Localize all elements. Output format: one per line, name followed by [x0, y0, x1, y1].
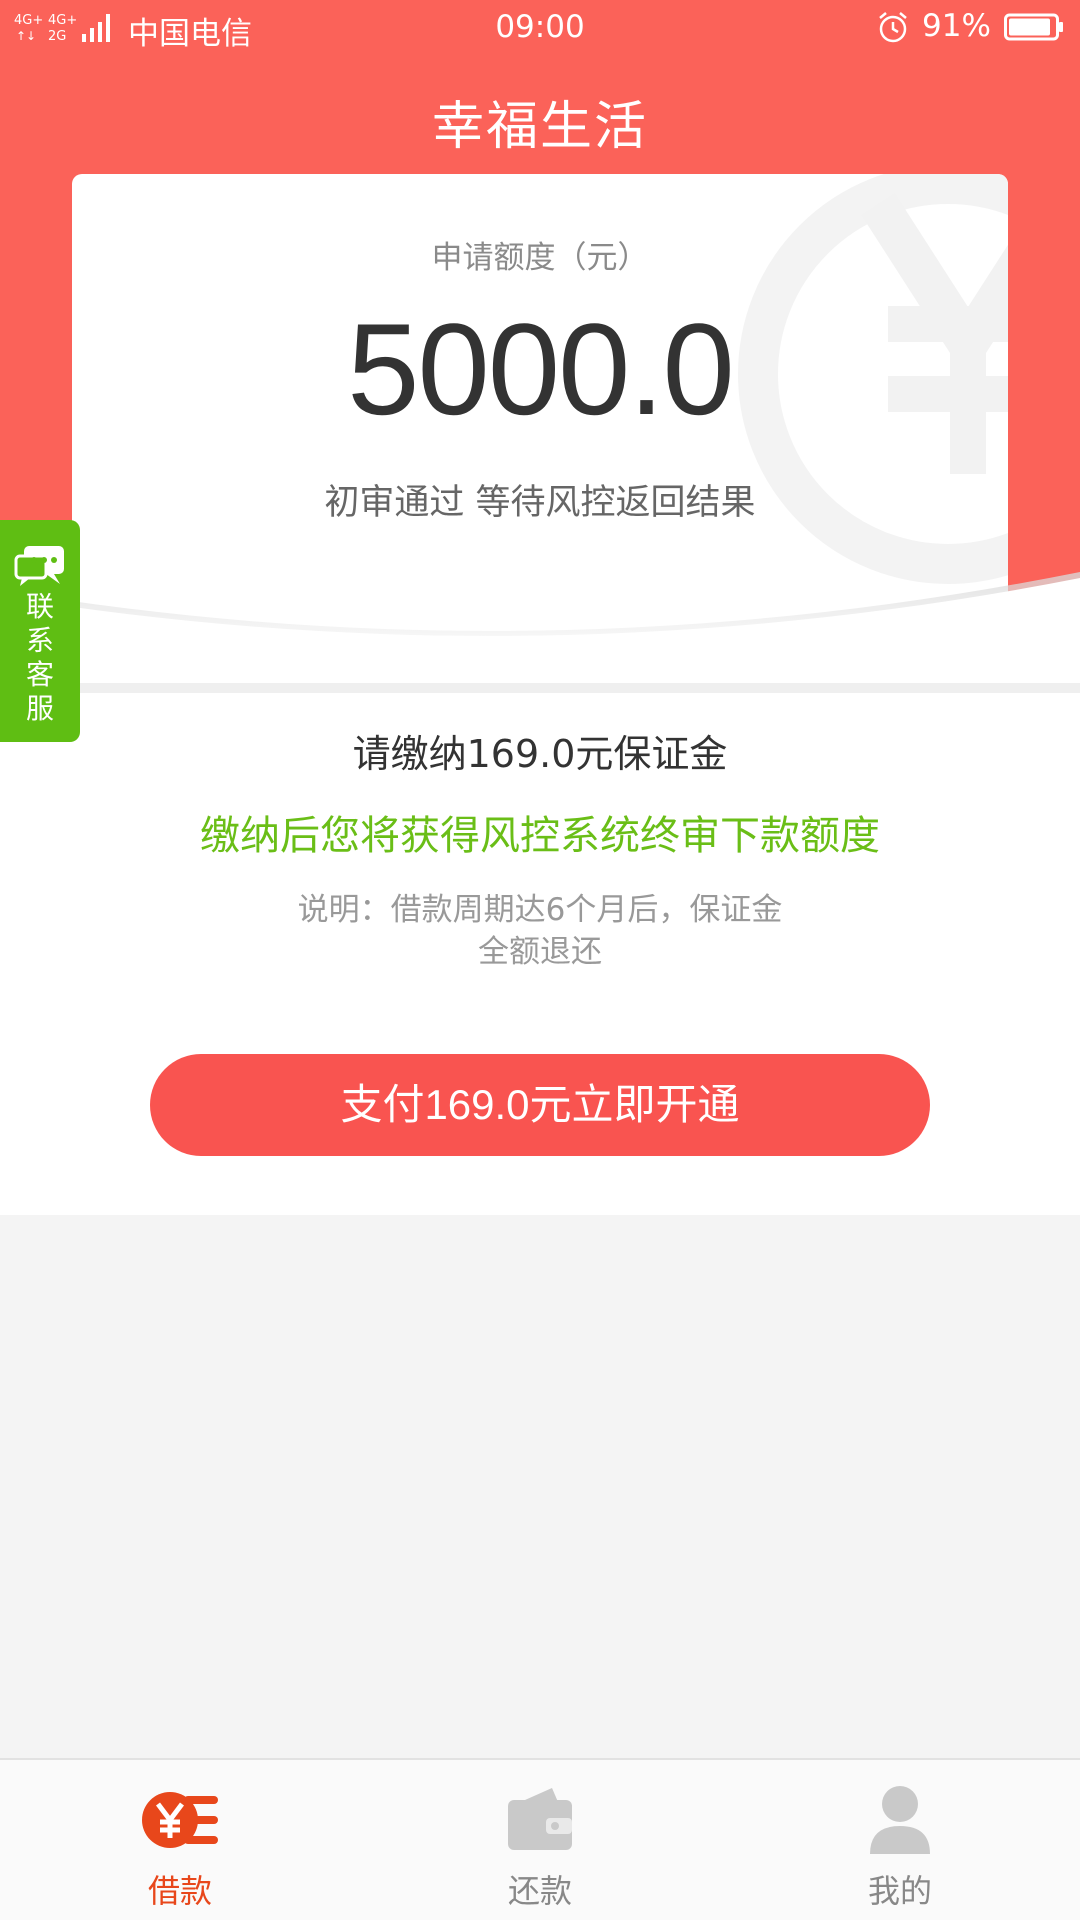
deposit-title: 请缴纳169.0元保证金: [352, 732, 728, 776]
battery-percent: 91%: [922, 8, 991, 44]
alarm-icon: [879, 12, 907, 43]
nav-label-loan: 借款: [147, 1872, 212, 1910]
refund-note: 说明：借款周期达6个月后，保证金 全额退还: [240, 889, 840, 973]
deposit-section: 请缴纳169.0元保证金 缴纳后您将获得风控系统终审下款额度 说明：借款周期达6…: [0, 693, 1080, 1215]
service-char: 服: [25, 692, 54, 725]
service-char: 系: [25, 624, 54, 657]
refund-note-line2: 全额退还: [478, 934, 602, 970]
service-char: 客: [25, 658, 54, 691]
nav-item-mine[interactable]: 我的: [800, 1760, 1000, 1920]
pay-button[interactable]: 支付169.0元立即开通: [150, 1054, 930, 1156]
status-bar: 4G+ ↑↓ 4G+ 2G 中国电信 09:00 91%: [0, 0, 1080, 58]
wallet-icon: [508, 1788, 572, 1850]
nav-label-mine: 我的: [867, 1872, 932, 1910]
customer-service-label: 联 系 客 服: [0, 590, 80, 726]
service-char: 联: [25, 590, 54, 623]
nav-label-repay: 还款: [507, 1872, 572, 1910]
chat-icon: [14, 546, 64, 586]
user-icon: [870, 1786, 930, 1854]
review-status: 初审通过 等待风控返回结果: [324, 483, 756, 523]
clock: 09:00: [495, 9, 585, 45]
nav-item-repay[interactable]: 还款: [440, 1760, 640, 1920]
refund-note-line1: 说明：借款周期达6个月后，保证金: [297, 892, 783, 928]
benefit-text: 缴纳后您将获得风控系统终审下款额度: [200, 813, 880, 859]
credit-amount: 5000.0: [347, 296, 735, 442]
amount-label: 申请额度（元）: [431, 240, 649, 276]
nav-item-loan[interactable]: 借款: [80, 1760, 280, 1920]
bottom-nav: 借款 还款 我的: [0, 1758, 1080, 1920]
app-title: 幸福生活: [431, 97, 648, 157]
customer-service-tab[interactable]: 联 系 客 服: [0, 520, 80, 742]
battery-icon: [1004, 13, 1063, 41]
yen-coin-icon: [142, 1792, 218, 1848]
section-divider: [0, 683, 1080, 693]
